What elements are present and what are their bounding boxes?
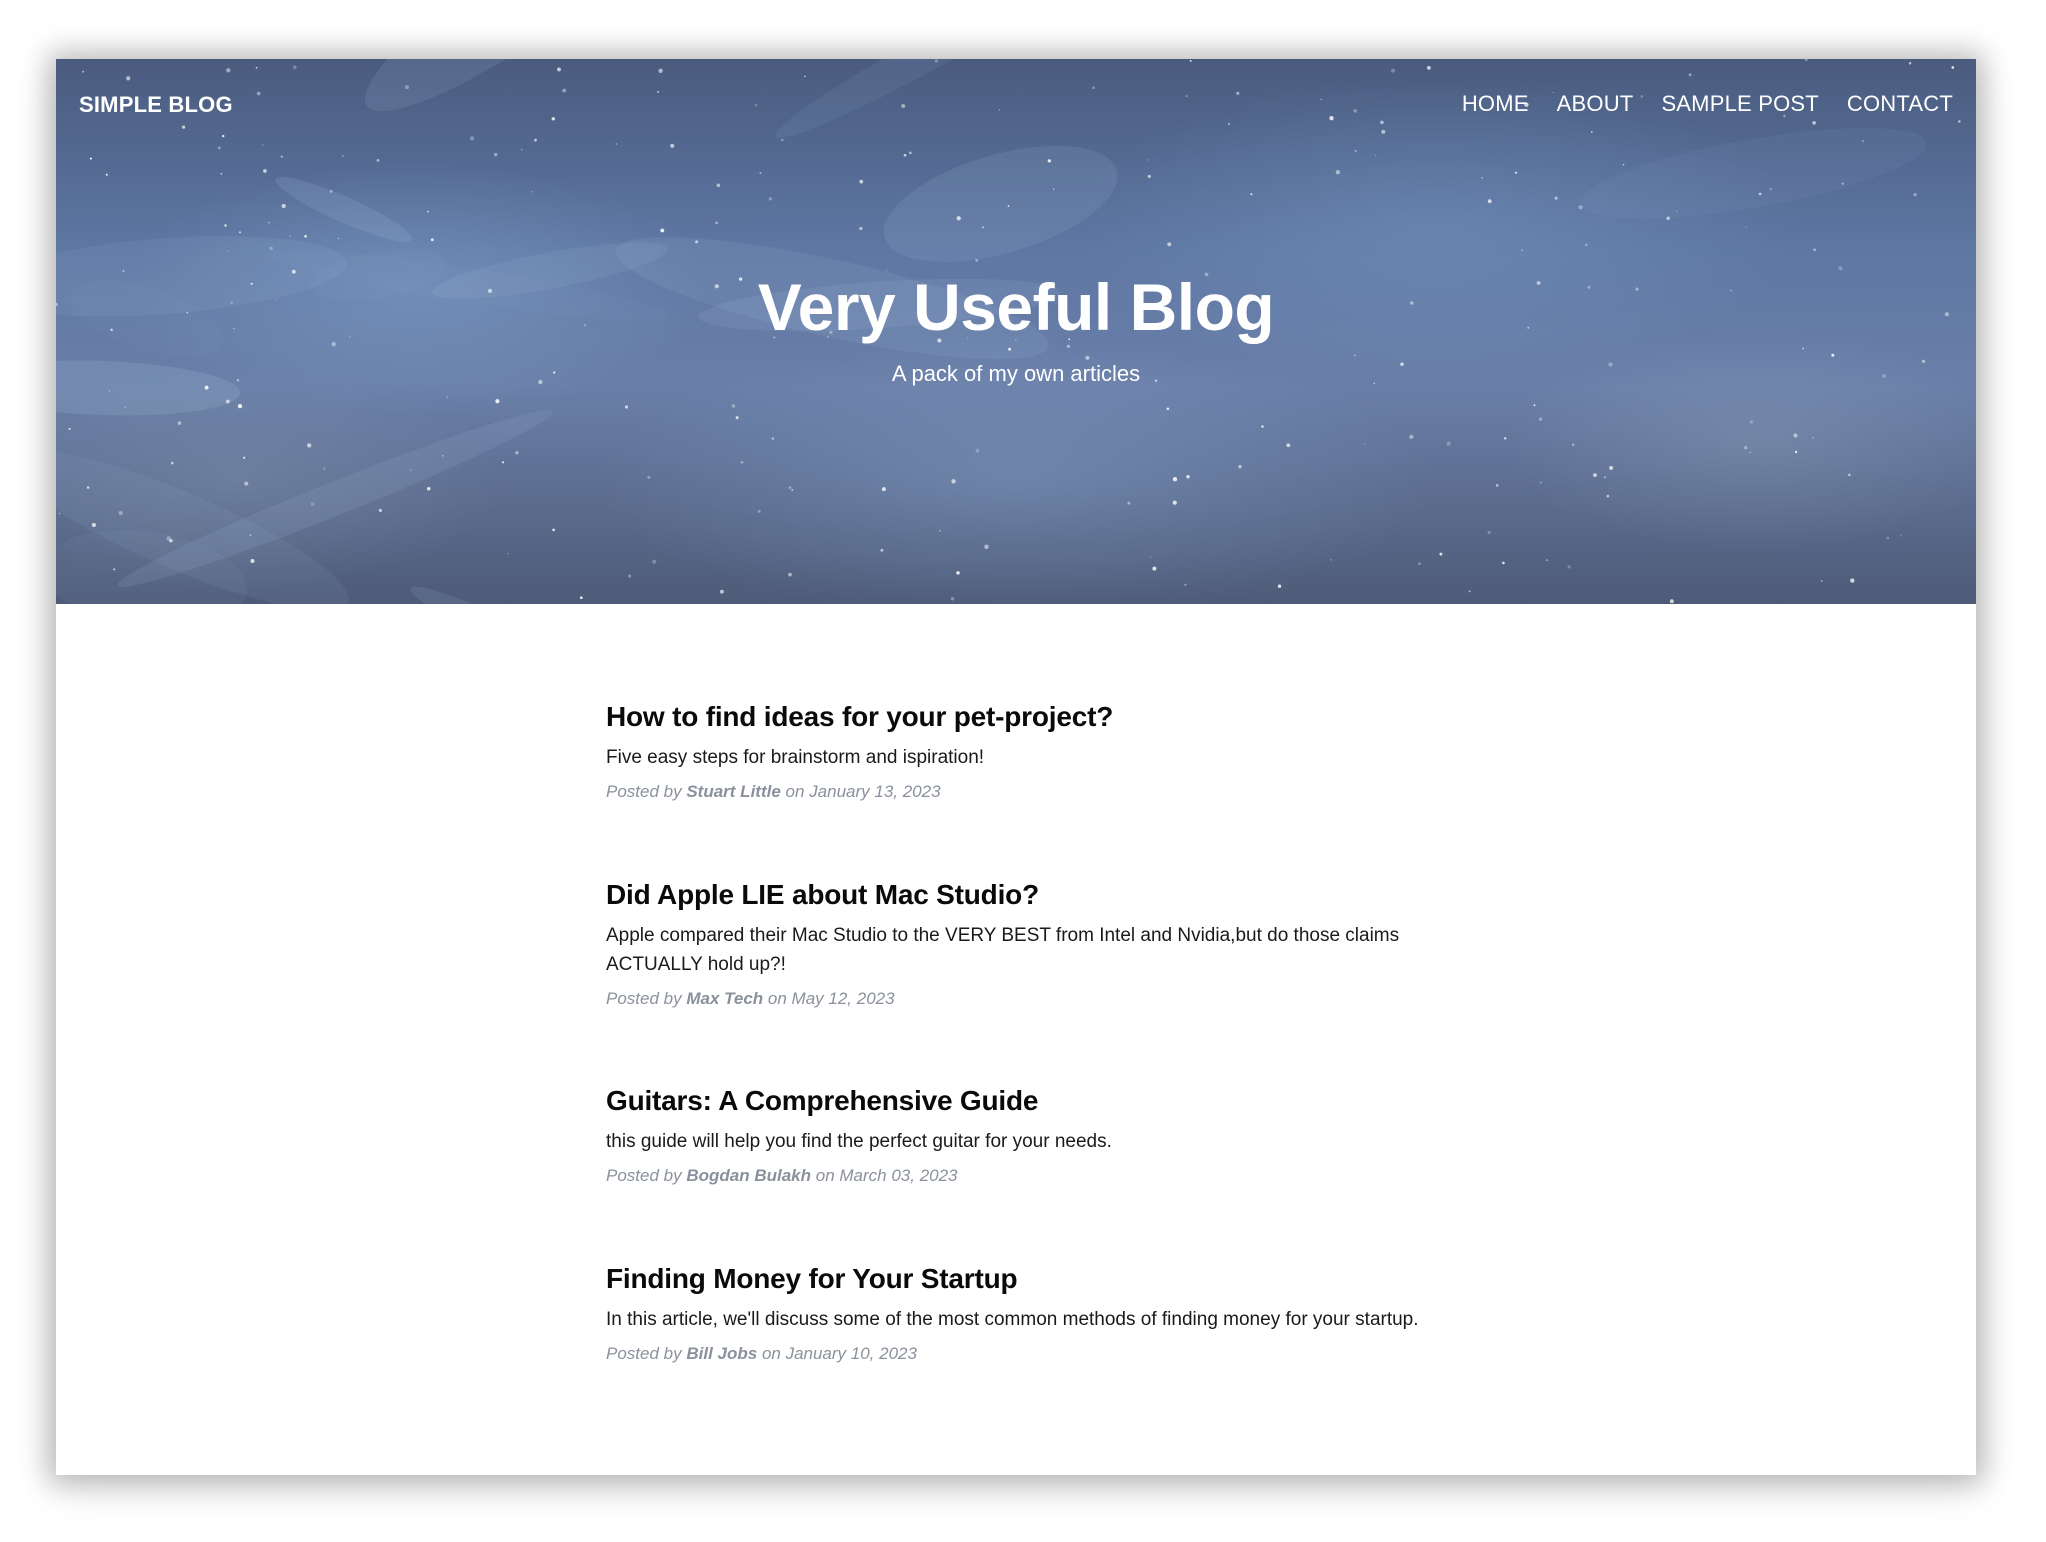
post-title-link[interactable]: How to find ideas for your pet-project? bbox=[606, 699, 1466, 735]
post-preview: How to find ideas for your pet-project? … bbox=[606, 699, 1466, 877]
nav-link-sample-post[interactable]: SAMPLE POST bbox=[1661, 91, 1818, 117]
post-meta: Posted by Bill Jobs on January 10, 2023 bbox=[606, 1343, 1466, 1365]
post-author-link[interactable]: Max Tech bbox=[686, 989, 763, 1008]
nav-link-home[interactable]: HOME bbox=[1462, 91, 1529, 117]
posted-by-label: Posted by bbox=[606, 1344, 682, 1363]
post-preview: Finding Money for Your Startup In this a… bbox=[606, 1261, 1466, 1365]
posted-by-label: Posted by bbox=[606, 989, 682, 1008]
post-subtitle: In this article, we'll discuss some of t… bbox=[606, 1309, 1419, 1330]
post-meta: Posted by Bogdan Bulakh on March 03, 202… bbox=[606, 1165, 1466, 1187]
brand-logo-link[interactable]: SIMPLE BLOG bbox=[79, 92, 233, 118]
post-author-link[interactable]: Bogdan Bulakh bbox=[686, 1166, 811, 1185]
hero-header: SIMPLE BLOG HOME ABOUT SAMPLE POST CONTA… bbox=[56, 59, 1976, 604]
post-subtitle: Five easy steps for brainstorm and ispir… bbox=[606, 747, 985, 768]
post-author-link[interactable]: Bill Jobs bbox=[686, 1344, 757, 1363]
post-date: on May 12, 2023 bbox=[767, 989, 895, 1008]
navbar: SIMPLE BLOG HOME ABOUT SAMPLE POST CONTA… bbox=[56, 59, 1976, 151]
nav-links: HOME ABOUT SAMPLE POST CONTACT bbox=[1462, 91, 1953, 117]
post-meta: Posted by Stuart Little on January 13, 2… bbox=[606, 781, 1466, 803]
post-meta: Posted by Max Tech on May 12, 2023 bbox=[606, 988, 1466, 1010]
browser-page: SIMPLE BLOG HOME ABOUT SAMPLE POST CONTA… bbox=[56, 59, 1976, 1475]
post-subtitle: this guide will help you find the perfec… bbox=[606, 1131, 1112, 1152]
posted-by-label: Posted by bbox=[606, 782, 682, 801]
post-list: How to find ideas for your pet-project? … bbox=[606, 699, 1466, 1365]
post-date: on March 03, 2023 bbox=[815, 1166, 958, 1185]
page-subtitle: A pack of my own articles bbox=[891, 361, 1141, 386]
post-date: on January 13, 2023 bbox=[785, 782, 941, 801]
nav-link-contact[interactable]: CONTACT bbox=[1847, 91, 1953, 117]
post-title-link[interactable]: Guitars: A Comprehensive Guide bbox=[606, 1083, 1466, 1119]
post-date: on January 10, 2023 bbox=[761, 1344, 917, 1363]
post-preview: Guitars: A Comprehensive Guide this guid… bbox=[606, 1083, 1466, 1261]
page-title: Very Useful Blog bbox=[757, 270, 1275, 344]
nav-link-about[interactable]: ABOUT bbox=[1557, 91, 1634, 117]
posted-by-label: Posted by bbox=[606, 1166, 682, 1185]
post-author-link[interactable]: Stuart Little bbox=[686, 782, 780, 801]
post-subtitle: Apple compared their Mac Studio to the V… bbox=[606, 925, 1400, 975]
post-title-link[interactable]: Finding Money for Your Startup bbox=[606, 1261, 1466, 1297]
post-preview: Did Apple LIE about Mac Studio? Apple co… bbox=[606, 877, 1466, 1083]
post-title-link[interactable]: Did Apple LIE about Mac Studio? bbox=[606, 877, 1466, 913]
